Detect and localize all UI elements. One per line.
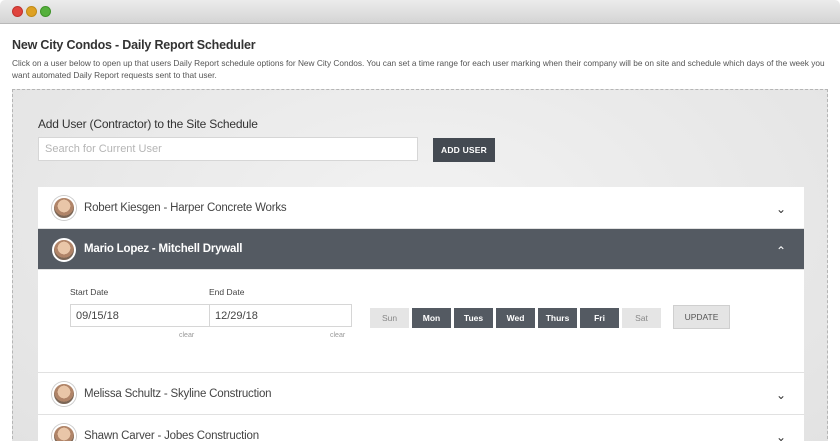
user-row[interactable]: Shawn Carver - Jobes Construction ⌄ [38, 415, 804, 441]
close-window-button[interactable] [12, 6, 23, 17]
day-toggle-wed[interactable]: Wed [496, 308, 535, 328]
minimize-window-button[interactable] [26, 6, 37, 17]
end-date-field[interactable] [209, 304, 352, 327]
user-label: Robert Kiesgen - Harper Concrete Works [84, 202, 287, 214]
chevron-down-icon[interactable]: ⌄ [776, 430, 786, 441]
day-toggle-tues[interactable]: Tues [454, 308, 493, 328]
day-toggle-sat[interactable]: Sat [622, 308, 661, 328]
start-date-label: Start Date [70, 287, 109, 297]
avatar [52, 382, 76, 406]
schedule-panel: Add User (Contractor) to the Site Schedu… [12, 89, 828, 441]
clear-end-date-link[interactable]: clear [330, 332, 345, 339]
avatar [52, 238, 76, 262]
avatar [52, 424, 76, 441]
chevron-down-icon[interactable]: ⌄ [776, 202, 786, 216]
zoom-window-button[interactable] [40, 6, 51, 17]
user-label: Shawn Carver - Jobes Construction [84, 430, 259, 441]
user-row[interactable]: Melissa Schultz - Skyline Construction ⌄ [38, 373, 804, 415]
start-date-field[interactable] [70, 304, 213, 327]
user-row[interactable]: Robert Kiesgen - Harper Concrete Works ⌄ [38, 187, 804, 229]
user-search-input[interactable] [38, 137, 418, 161]
user-label: Mario Lopez - Mitchell Drywall [84, 243, 243, 255]
chevron-down-icon[interactable]: ⌄ [776, 388, 786, 402]
weekday-toggles: Sun Mon Tues Wed Thurs Fri Sat [370, 308, 661, 328]
end-date-label: End Date [209, 287, 245, 297]
add-user-title: Add User (Contractor) to the Site Schedu… [38, 117, 258, 131]
schedule-details: Start Date clear End Date clear Sun Mon … [38, 270, 804, 373]
day-toggle-fri[interactable]: Fri [580, 308, 619, 328]
chevron-up-icon[interactable]: ⌃ [776, 244, 786, 258]
user-label: Melissa Schultz - Skyline Construction [84, 388, 272, 400]
add-user-button[interactable]: ADD USER [433, 138, 495, 162]
page-title: New City Condos - Daily Report Scheduler [12, 38, 256, 52]
day-toggle-sun[interactable]: Sun [370, 308, 409, 328]
day-toggle-mon[interactable]: Mon [412, 308, 451, 328]
user-row-expanded[interactable]: Mario Lopez - Mitchell Drywall ⌃ [38, 229, 804, 270]
window-titlebar [0, 0, 840, 24]
update-button[interactable]: UPDATE [673, 305, 730, 329]
day-toggle-thurs[interactable]: Thurs [538, 308, 577, 328]
clear-start-date-link[interactable]: clear [179, 332, 194, 339]
avatar [52, 196, 76, 220]
user-list: Robert Kiesgen - Harper Concrete Works ⌄… [38, 187, 804, 441]
page-description: Click on a user below to open up that us… [12, 58, 825, 80]
